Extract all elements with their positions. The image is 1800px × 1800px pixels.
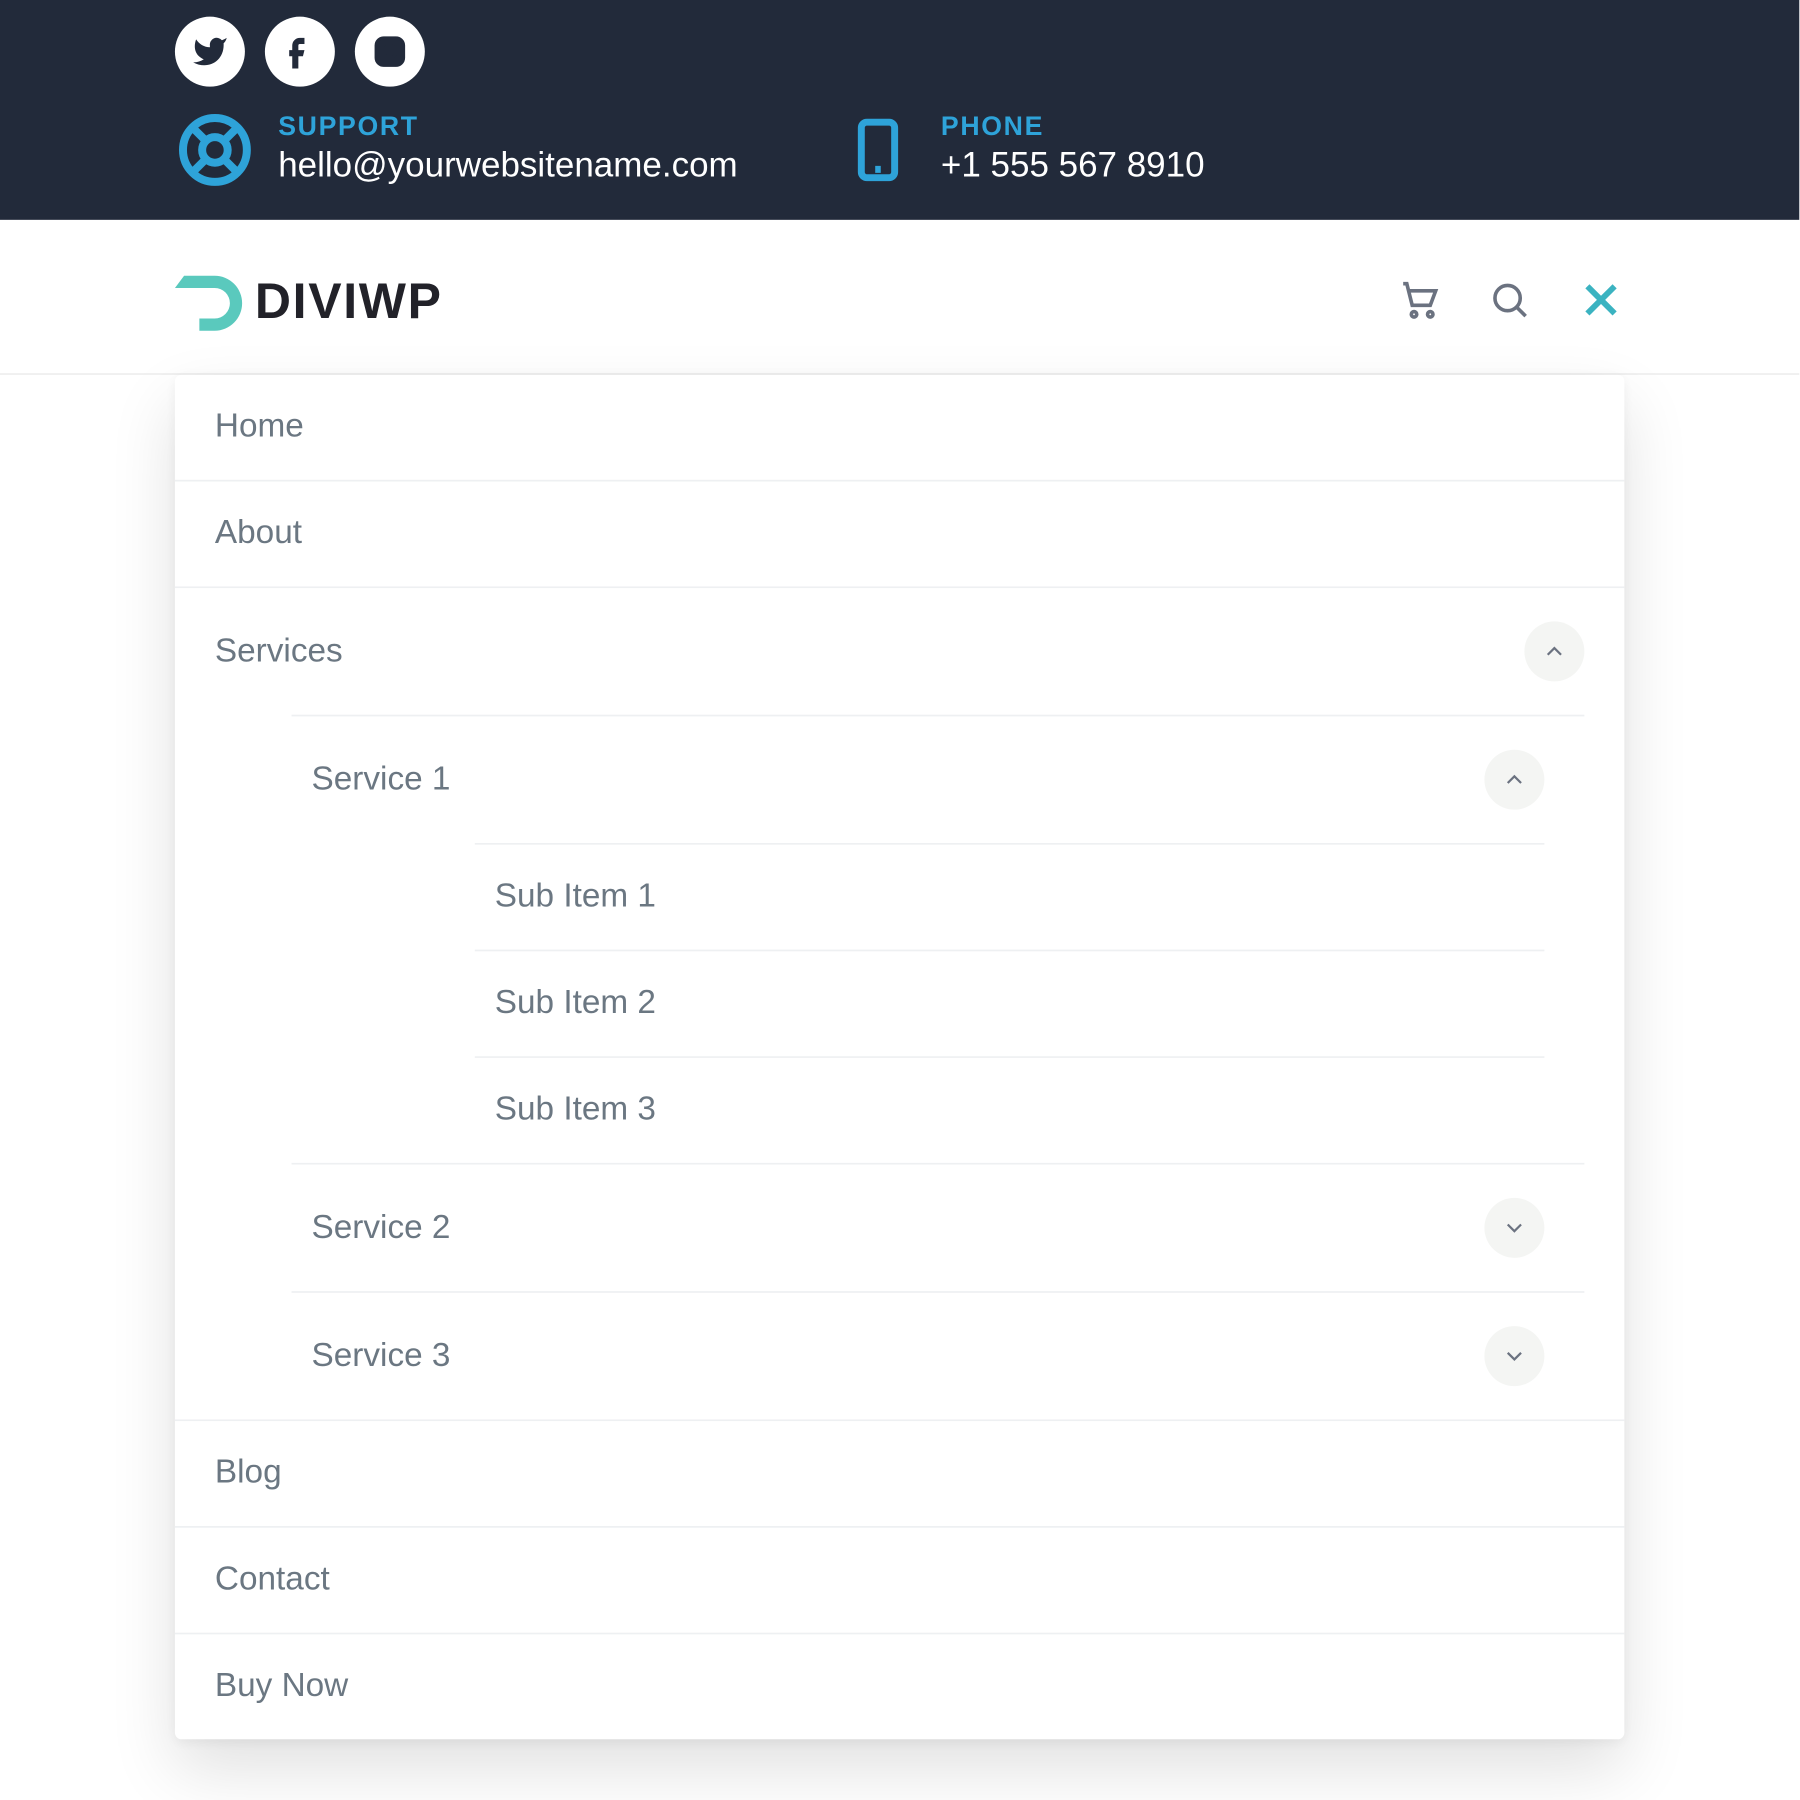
search-icon[interactable]	[1488, 277, 1531, 329]
header: DIVIWP	[0, 220, 1799, 375]
topbar: SUPPORT hello@yourwebsitename.com PHONE …	[0, 0, 1799, 220]
twitter-icon[interactable]	[175, 17, 245, 87]
facebook-icon[interactable]	[265, 17, 335, 87]
support-icon	[175, 110, 255, 190]
phone-icon	[838, 110, 918, 190]
logo[interactable]: DIVIWP	[175, 267, 443, 340]
menu-item-about[interactable]: About	[175, 480, 1624, 587]
menu-item-service-3[interactable]: Service 3	[292, 1291, 1585, 1419]
menu-item-services[interactable]: Services	[175, 586, 1624, 714]
menu-item-sub-2[interactable]: Sub Item 2	[475, 950, 1545, 1057]
chevron-down-icon[interactable]	[1484, 1326, 1544, 1386]
menu-item-blog[interactable]: Blog	[175, 1419, 1624, 1526]
menu-item-contact[interactable]: Contact	[175, 1526, 1624, 1633]
menu-item-buy-now[interactable]: Buy Now	[175, 1633, 1624, 1740]
support-label: SUPPORT	[278, 113, 737, 143]
instagram-icon[interactable]	[355, 17, 425, 87]
chevron-up-icon[interactable]	[1484, 750, 1544, 810]
support-info: SUPPORT hello@yourwebsitename.com	[175, 110, 738, 190]
phone-number[interactable]: +1 555 567 8910	[941, 147, 1205, 187]
menu-item-service-2[interactable]: Service 2	[292, 1163, 1585, 1291]
chevron-up-icon[interactable]	[1524, 621, 1584, 681]
menu-item-service-1[interactable]: Service 1	[292, 715, 1585, 843]
menu-item-home[interactable]: Home	[175, 375, 1624, 480]
social-links-row	[175, 17, 1624, 87]
menu-item-sub-1[interactable]: Sub Item 1	[475, 843, 1545, 950]
phone-label: PHONE	[941, 113, 1205, 143]
mobile-menu-panel: Home About Services Service 1 Sub Item 1…	[175, 375, 1624, 1739]
logo-mark-icon	[175, 267, 248, 340]
menu-item-sub-3[interactable]: Sub Item 3	[475, 1056, 1545, 1163]
chevron-down-icon[interactable]	[1484, 1198, 1544, 1258]
logo-text: DIVIWP	[255, 275, 443, 332]
close-icon[interactable]	[1578, 276, 1625, 331]
support-email[interactable]: hello@yourwebsitename.com	[278, 147, 737, 187]
cart-icon[interactable]	[1398, 277, 1441, 329]
phone-info: PHONE +1 555 567 8910	[838, 110, 1205, 190]
